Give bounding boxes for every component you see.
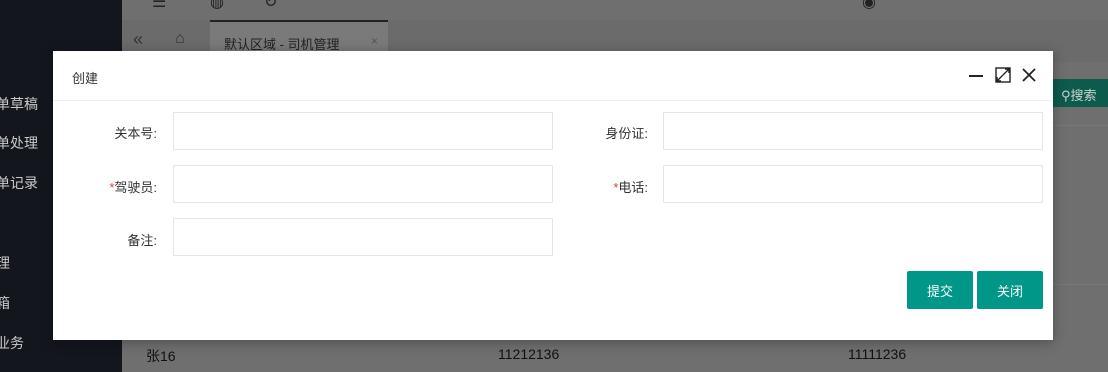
phone-input[interactable] [663,165,1043,203]
search-button[interactable]: ⚲搜索 [1053,79,1108,107]
close-icon[interactable]: × [371,34,378,48]
top-bar: ☰ ◍ ↻ ◉ [122,0,1108,20]
guanbenhao-label: 关本号: [114,126,157,141]
create-dialog: 创建 关本号: 身份证: *驾驶员: *电话: 备注: 提交 关闭 [53,51,1053,340]
minimize-button[interactable] [966,65,986,85]
maximize-button[interactable] [993,65,1013,85]
dialog-title: 创建 [72,71,99,86]
guanbenhao-input[interactable] [173,112,553,150]
driver-input[interactable] [173,165,553,203]
id-card-input[interactable] [663,112,1043,150]
table-cell: 张16 [146,348,176,364]
submit-button[interactable]: 提交 [907,271,973,309]
search-icon: ⚲ [1061,88,1071,103]
driver-label: *驾驶员: [109,180,157,195]
sidebar-item-label: 单处理 [0,135,38,151]
theme-icon[interactable]: ◉ [862,0,876,12]
table-cell: 11212136 [498,346,560,362]
sidebar-item-label: 单草稿 [0,96,38,112]
id-card-label: 身份证: [605,126,648,141]
close-dialog-button[interactable] [1019,65,1039,85]
remark-label: 备注: [127,233,157,248]
double-chevron-left-icon[interactable]: « [133,29,143,50]
sidebar-item-label: 箱 [0,295,10,311]
close-icon [1022,68,1036,82]
globe-icon[interactable]: ◍ [210,0,224,12]
sidebar-item-label: 业务 [0,335,24,351]
minimize-icon [969,75,983,77]
table-cell: 11111236 [848,346,907,362]
refresh-icon[interactable]: ↻ [264,0,277,12]
menu-icon[interactable]: ☰ [152,0,166,12]
close-button[interactable]: 关闭 [977,271,1043,309]
phone-label: *电话: [613,180,648,195]
maximize-icon [995,67,1011,83]
dialog-header: 创建 [53,51,1053,101]
home-icon[interactable]: ⌂ [175,30,185,48]
sidebar-item-label: 理 [0,255,10,271]
search-button-label: 搜索 [1070,88,1097,103]
sidebar-item-label: 单记录 [0,175,38,191]
remark-input[interactable] [173,218,553,256]
tab-label: 默认区域 - 司机管理 [224,37,340,52]
